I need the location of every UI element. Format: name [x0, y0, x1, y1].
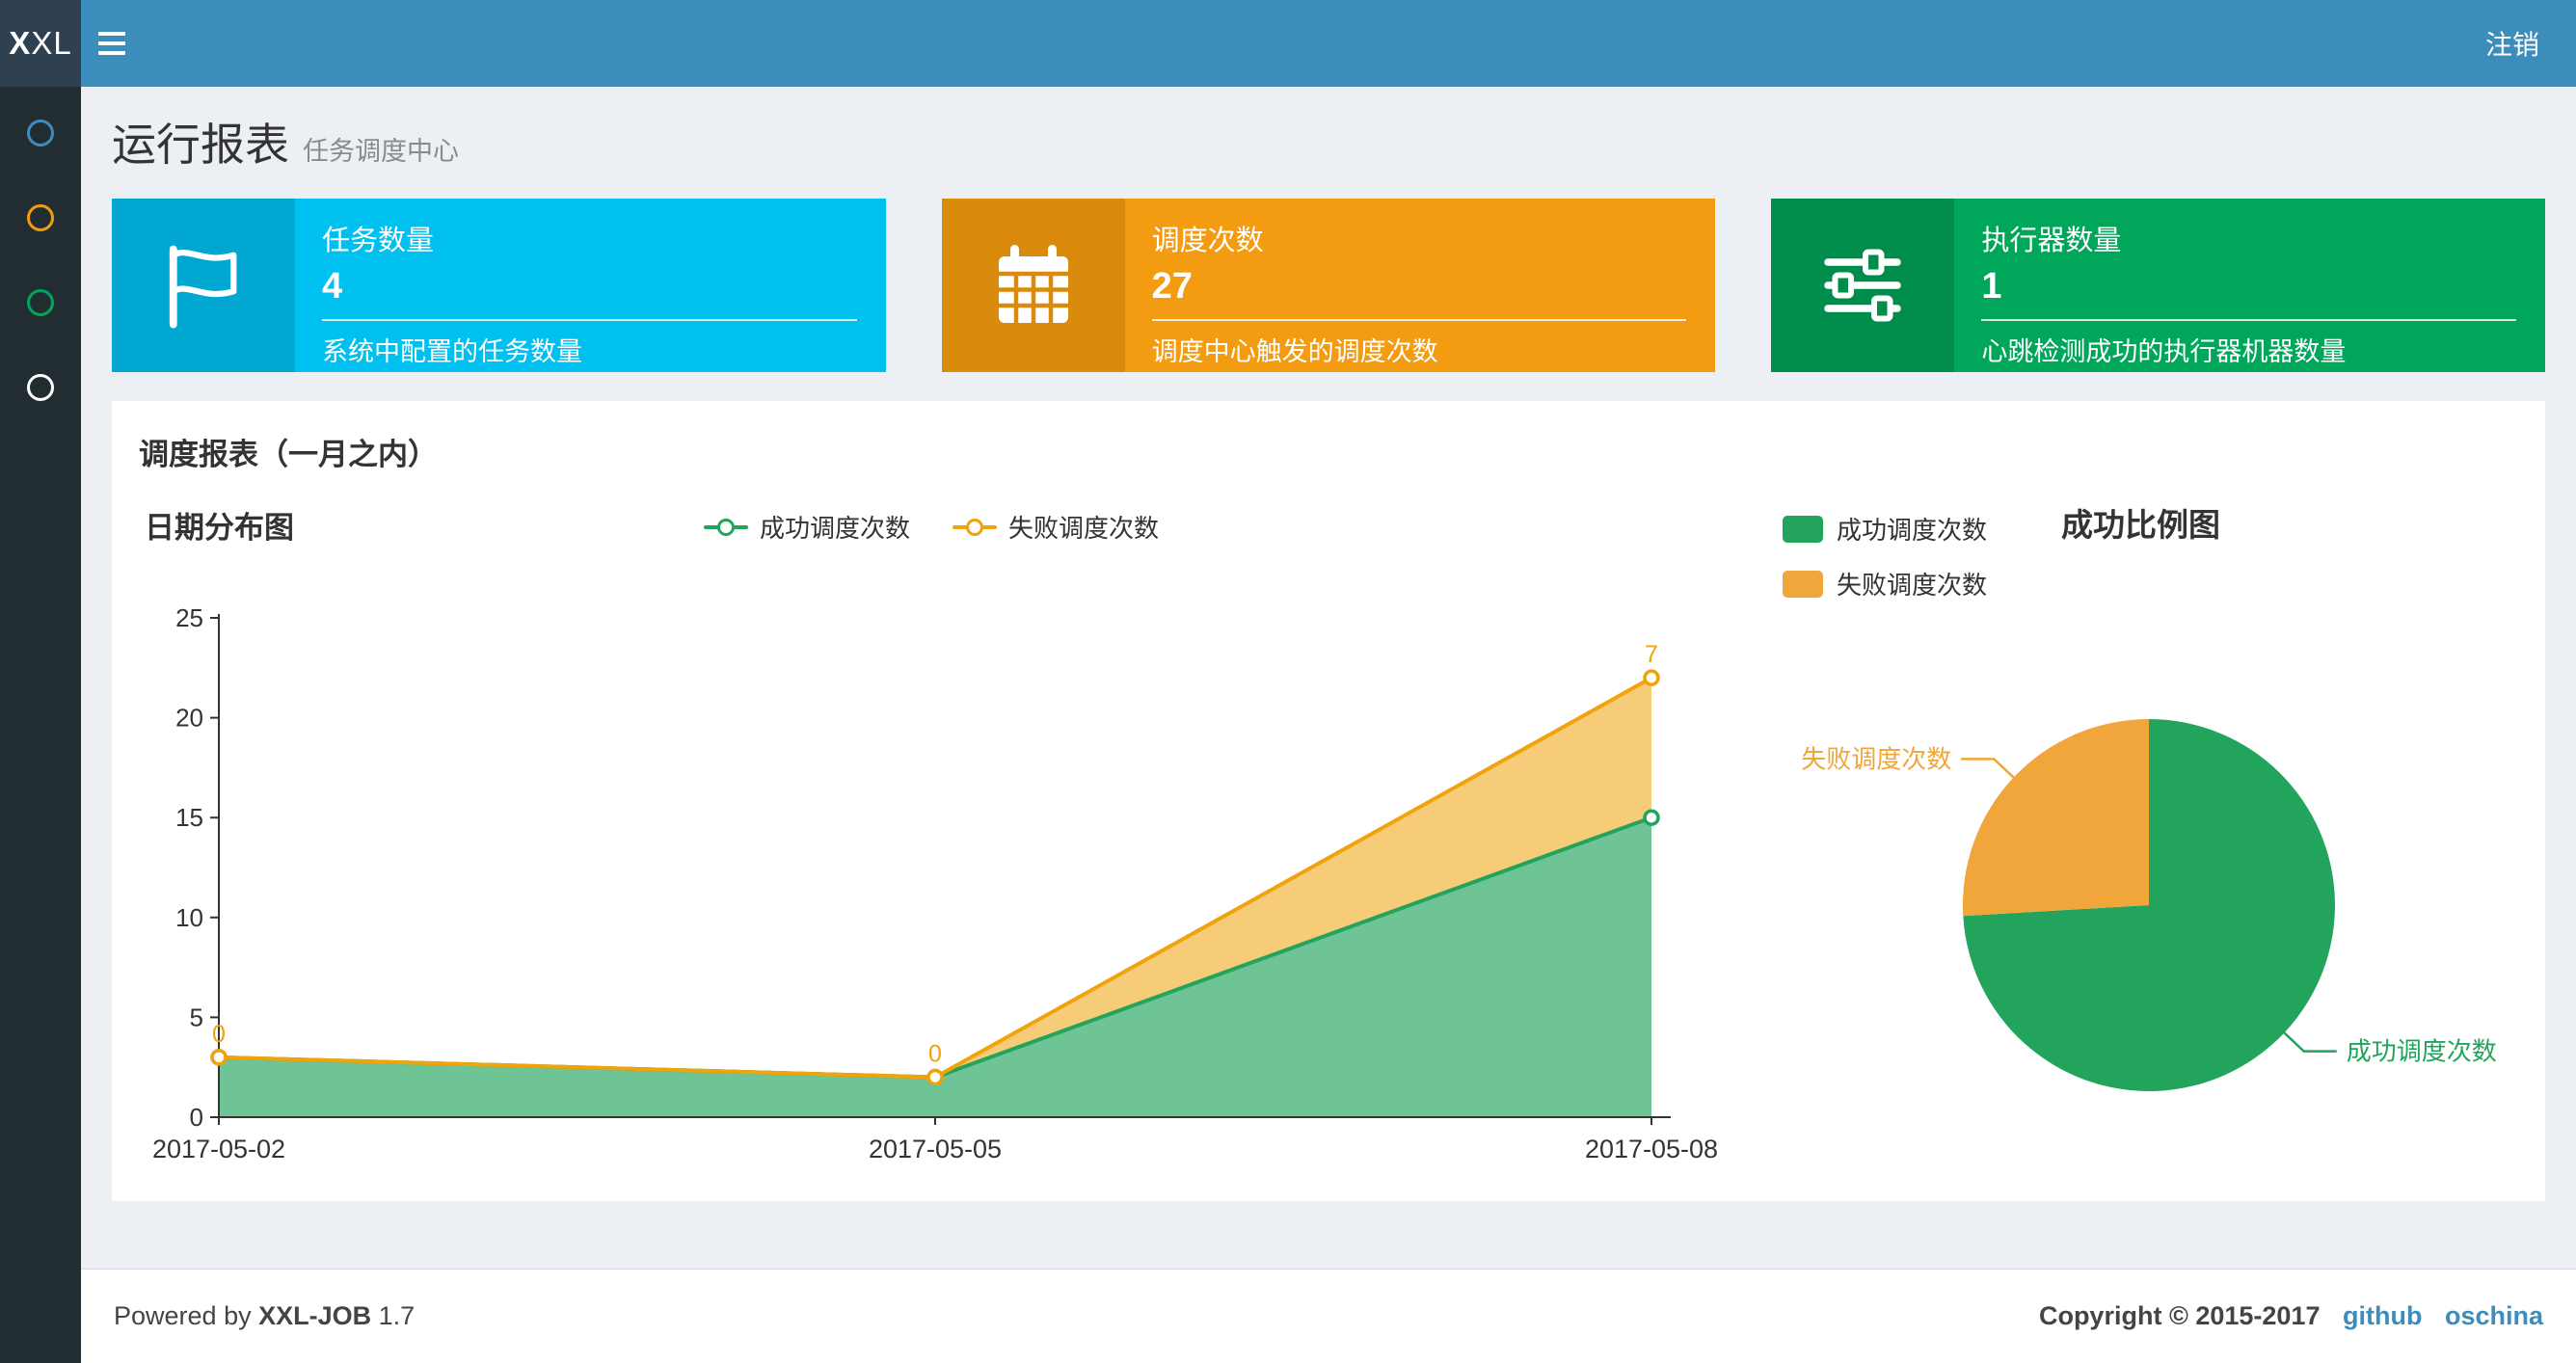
circle-icon [27, 289, 54, 316]
line-series-marker [703, 518, 748, 536]
github-link[interactable]: github [2343, 1301, 2422, 1330]
flag-icon [112, 199, 295, 372]
divider [322, 319, 857, 321]
page-header: 运行报表 任务调度中心 [81, 87, 2576, 174]
sidebar-item-2[interactable] [0, 175, 81, 260]
top-navbar: X XL 注销 [0, 0, 2576, 87]
success-ratio-pie-chart: 成功调度次数 失败调度次数 [1801, 719, 2497, 1091]
info-box-description: 系统中配置的任务数量 [322, 337, 582, 366]
page-footer: Powered by XXL-JOB 1.7 Copyright © 2015-… [81, 1269, 2576, 1363]
content-area: 运行报表 任务调度中心 任务数量 4 系统中配置的任务数量 调度次数 27 调度… [81, 87, 2576, 1269]
info-box-label: 调度次数 [1151, 226, 1264, 256]
oschina-link[interactable]: oschina [2445, 1301, 2543, 1330]
svg-text:20: 20 [175, 704, 203, 733]
info-box-value: 4 [322, 266, 343, 307]
info-box-label: 任务数量 [322, 226, 435, 256]
legend-label: 成功调度次数 [1837, 516, 1988, 545]
info-box-description: 调度中心触发的调度次数 [1151, 337, 1438, 366]
circle-icon [27, 204, 54, 231]
logo-text: XL [31, 25, 72, 61]
pie-chart-title: 成功比例图 [2061, 507, 2220, 543]
line-series-marker [953, 518, 997, 536]
powered-by: Powered by XXL-JOB 1.7 [114, 1301, 416, 1330]
info-box-executors: 执行器数量 1 心跳检测成功的执行器机器数量 [1771, 199, 2546, 372]
info-box-value: 1 [1981, 266, 2002, 307]
product-name: XXL-JOB [258, 1301, 372, 1330]
svg-text:5: 5 [190, 1002, 203, 1031]
svg-text:0: 0 [212, 1021, 226, 1048]
svg-text:10: 10 [175, 903, 203, 932]
sidebar-item-1[interactable] [0, 91, 81, 175]
sidebar-toggle-button[interactable] [81, 0, 143, 87]
svg-text:2017-05-05: 2017-05-05 [869, 1135, 1002, 1163]
legend-label: 失败调度次数 [1837, 571, 1988, 600]
footer-links: Copyright © 2015-2017 github oschina [2039, 1301, 2543, 1331]
logout-button[interactable]: 注销 [2449, 0, 2576, 87]
info-box-description: 心跳检测成功的执行器机器数量 [1981, 337, 2347, 366]
sidebar-item-3[interactable] [0, 260, 81, 345]
info-box-row: 任务数量 4 系统中配置的任务数量 调度次数 27 调度中心触发的调度次数 执行… [112, 199, 2546, 372]
date-distribution-chart: 05101520252017-05-02 2017-05-05 2017-05-08… [152, 603, 1718, 1163]
legend-item-fail[interactable]: 失败调度次数 [1783, 566, 1987, 601]
circle-icon [27, 120, 54, 147]
legend-item-success[interactable]: 成功调度次数 [1783, 511, 1987, 547]
sliders-icon [1771, 199, 1955, 372]
swatch [1783, 570, 1823, 598]
svg-text:失败调度次数: 失败调度次数 [1801, 744, 1951, 773]
sidebar-item-4[interactable] [0, 345, 81, 430]
legend-item-success[interactable]: 成功调度次数 [703, 509, 910, 545]
legend-label: 失败调度次数 [1008, 514, 1160, 543]
panel-title: 调度报表（一月之内） [139, 438, 438, 471]
hamburger-icon [98, 32, 125, 36]
svg-text:25: 25 [175, 603, 203, 632]
divider [1981, 319, 2517, 321]
legend-item-fail[interactable]: 失败调度次数 [953, 509, 1159, 545]
logo-text-bold: X [9, 25, 32, 61]
navbar-spacer [143, 0, 2449, 87]
page-title: 运行报表 [112, 120, 289, 170]
info-box-value: 27 [1151, 266, 1193, 307]
line-chart-legend: 成功调度次数 失败调度次数 [112, 509, 1751, 545]
app-logo[interactable]: X XL [0, 0, 81, 87]
svg-text:15: 15 [175, 803, 203, 832]
svg-text:7: 7 [1645, 641, 1658, 668]
marker-dot [716, 518, 735, 536]
legend-label: 成功调度次数 [759, 514, 910, 543]
svg-text:0: 0 [928, 1041, 942, 1068]
left-sidebar [0, 87, 81, 1363]
circle-icon [27, 374, 54, 401]
svg-text:成功调度次数: 成功调度次数 [2347, 1037, 2497, 1066]
info-box-label: 执行器数量 [1981, 226, 2122, 256]
marker-dot [966, 518, 983, 536]
svg-text:0: 0 [190, 1103, 203, 1132]
product-version: 1.7 [378, 1301, 416, 1330]
xxl-job-dashboard: X XL 注销 运行报表 任务调度中心 任务数量 4 系统中配置的任务数量 调度… [0, 0, 2576, 1363]
page-subtitle: 任务调度中心 [303, 137, 459, 166]
svg-text:2017-05-08: 2017-05-08 [1585, 1135, 1718, 1163]
calendar-icon [941, 199, 1125, 372]
swatch [1783, 515, 1823, 543]
svg-text:2017-05-02: 2017-05-02 [152, 1135, 285, 1163]
scheduling-report-panel: 调度报表（一月之内） 日期分布图 成功调度次数 失败调度次数 0 5 10 15 20 2… [112, 401, 2545, 1201]
copyright-text: Copyright © 2015-2017 [2038, 1301, 2321, 1330]
pie-chart-legend: 成功调度次数 失败调度次数 [1783, 511, 1987, 601]
info-box-triggers: 调度次数 27 调度中心触发的调度次数 [941, 199, 1716, 372]
divider [1151, 319, 1687, 321]
info-box-jobs: 任务数量 4 系统中配置的任务数量 [112, 199, 886, 372]
